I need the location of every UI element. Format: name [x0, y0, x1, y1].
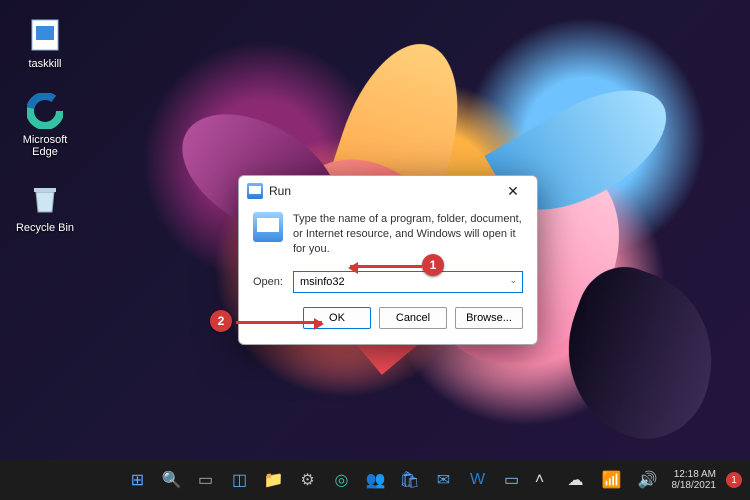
run-body-icon: [253, 212, 283, 242]
edge-icon: [26, 92, 64, 130]
icon-label: Microsoft Edge: [23, 134, 68, 158]
cancel-button[interactable]: Cancel: [379, 307, 447, 329]
open-input[interactable]: [293, 271, 523, 293]
desktop-icon-recyclebin[interactable]: Recycle Bin: [10, 180, 80, 234]
run-dialog: Run ✕ Type the name of a program, folder…: [238, 175, 538, 345]
desktop-icons: taskkill Microsoft Edge Recycle Bin: [10, 16, 80, 234]
taskbar-run-icon[interactable]: ▭: [498, 466, 526, 494]
clock-time: 12:18 AM: [672, 469, 717, 480]
annotation-step-1: 1: [422, 254, 444, 276]
taskbar-widgets-icon[interactable]: ◫: [226, 466, 254, 494]
browse-button[interactable]: Browse...: [455, 307, 523, 329]
window-title: Run: [269, 184, 291, 198]
icon-label: Recycle Bin: [16, 222, 74, 234]
open-label: Open:: [253, 276, 285, 288]
desktop-icon-taskkill[interactable]: taskkill: [10, 16, 80, 70]
taskbar-clock[interactable]: 12:18 AM 8/18/2021: [672, 469, 717, 491]
annotation-arrow-1: [350, 265, 422, 268]
taskbar-word-icon[interactable]: W: [464, 466, 492, 494]
taskbar-teams-icon[interactable]: 👥: [362, 466, 390, 494]
taskbar: ⊞🔍▭◫📁⚙◎👥🛍✉W▭ ˄ ☁ 📶 🔊 12:18 AM 8/18/2021 …: [0, 460, 750, 500]
clock-date: 8/18/2021: [672, 480, 717, 491]
titlebar[interactable]: Run ✕: [239, 176, 537, 206]
close-icon: ✕: [507, 183, 519, 200]
run-icon: [247, 183, 263, 199]
annotation-step-2: 2: [210, 310, 232, 332]
tray-wifi-icon[interactable]: 📶: [598, 466, 626, 494]
taskbar-search-icon[interactable]: 🔍: [158, 466, 186, 494]
annotation-arrow-2: [236, 321, 322, 324]
tray-chevron-up-icon[interactable]: ˄: [526, 466, 554, 494]
desktop-icon-edge[interactable]: Microsoft Edge: [10, 92, 80, 158]
tray-volume-icon[interactable]: 🔊: [634, 466, 662, 494]
taskbar-center: ⊞🔍▭◫📁⚙◎👥🛍✉W▭: [124, 466, 526, 494]
chevron-down-icon[interactable]: ⌄: [509, 275, 517, 286]
taskbar-store-icon[interactable]: 🛍: [396, 466, 424, 494]
taskbar-task-view-icon[interactable]: ▭: [192, 466, 220, 494]
taskbar-settings-icon[interactable]: ⚙: [294, 466, 322, 494]
taskbar-explorer-icon[interactable]: 📁: [260, 466, 288, 494]
tray-onedrive-icon[interactable]: ☁: [562, 466, 590, 494]
taskbar-mail-icon[interactable]: ✉: [430, 466, 458, 494]
file-icon: [26, 16, 64, 54]
notification-badge[interactable]: 1: [726, 472, 742, 488]
taskbar-edge-icon[interactable]: ◎: [328, 466, 356, 494]
run-description: Type the name of a program, folder, docu…: [293, 212, 523, 257]
icon-label: taskkill: [28, 58, 61, 70]
close-button[interactable]: ✕: [497, 180, 529, 202]
bin-icon: [26, 180, 64, 218]
taskbar-start-icon[interactable]: ⊞: [124, 466, 152, 494]
